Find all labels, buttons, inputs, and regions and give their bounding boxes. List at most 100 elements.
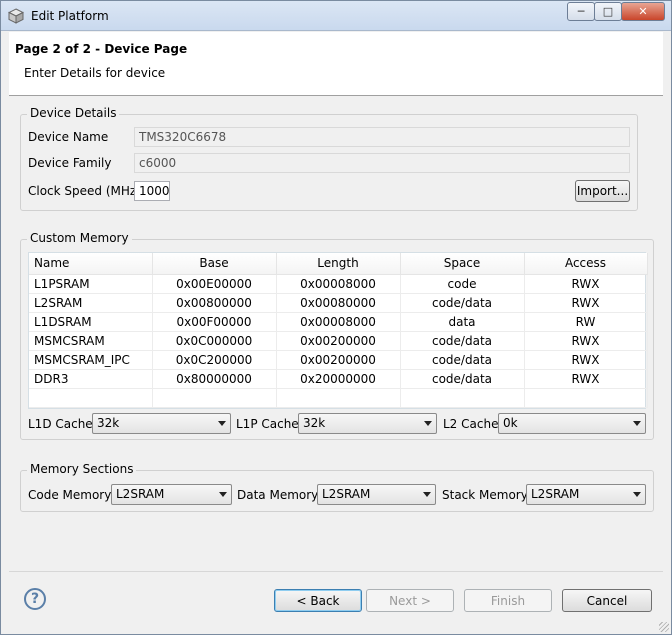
empty-cell [276, 388, 401, 408]
cell-space: code/data [400, 331, 525, 351]
resize-grip[interactable] [659, 622, 669, 632]
chevron-down-icon [633, 421, 641, 426]
clock-speed-label: Clock Speed (MHz) [28, 184, 141, 198]
cell-name: L1PSRAM [29, 274, 153, 294]
cell-access: RWX [524, 331, 648, 351]
l1p-cache-select[interactable]: 32k [298, 413, 437, 434]
device-name-field: TMS320C6678 [134, 127, 630, 147]
cell-base: 0x00800000 [152, 293, 277, 313]
l2-cache-select[interactable]: 0k [498, 413, 646, 434]
custom-memory-label: Custom Memory [27, 231, 132, 245]
table-row[interactable]: MSMCSRAM_IPC 0x0C200000 0x00200000 code/… [29, 350, 648, 370]
table-row-empty[interactable] [29, 388, 648, 408]
memory-sections-label: Memory Sections [27, 462, 137, 476]
clock-speed-input[interactable]: 1000 [134, 181, 170, 201]
stack-memory-value: L2SRAM [531, 487, 580, 501]
empty-cell [29, 388, 153, 408]
cell-access: RWX [524, 274, 648, 294]
cell-space: code [400, 274, 525, 294]
table-row[interactable]: DDR3 0x80000000 0x20000000 code/data RWX [29, 369, 648, 389]
cell-name: MSMCSRAM [29, 331, 153, 351]
cell-access: RWX [524, 293, 648, 313]
cell-name: MSMCSRAM_IPC [29, 350, 153, 370]
column-header-length[interactable]: Length [276, 253, 401, 275]
cell-length: 0x20000000 [276, 369, 401, 389]
cell-name: L2SRAM [29, 293, 153, 313]
edit-platform-dialog: Edit Platform ─ □ ✕ Page 2 of 2 - Device… [0, 0, 672, 635]
help-icon[interactable]: ? [24, 588, 46, 610]
empty-cell [400, 388, 525, 408]
import-button[interactable]: Import... [575, 180, 630, 202]
chevron-down-icon [633, 492, 641, 497]
data-memory-value: L2SRAM [322, 487, 371, 501]
device-family-field: c6000 [134, 153, 630, 173]
back-button[interactable]: < Back [274, 589, 362, 612]
code-memory-label: Code Memory: [28, 488, 115, 502]
table-row[interactable]: MSMCSRAM 0x0C000000 0x00200000 code/data… [29, 331, 648, 351]
cell-base: 0x0C000000 [152, 331, 277, 351]
cell-space: code/data [400, 293, 525, 313]
l2-cache-value: 0k [503, 416, 518, 430]
window-controls: ─ □ ✕ [567, 2, 665, 21]
cell-space: code/data [400, 350, 525, 370]
l1d-cache-select[interactable]: 32k [92, 413, 231, 434]
device-name-label: Device Name [28, 130, 109, 144]
l1d-cache-value: 32k [97, 416, 120, 430]
cell-name: DDR3 [29, 369, 153, 389]
column-header-name[interactable]: Name [29, 253, 153, 275]
chevron-down-icon [424, 421, 432, 426]
cell-space: data [400, 312, 525, 332]
device-family-label: Device Family [28, 156, 112, 170]
stack-memory-select[interactable]: L2SRAM [526, 484, 646, 505]
chevron-down-icon [219, 492, 227, 497]
table-row[interactable]: L2SRAM 0x00800000 0x00080000 code/data R… [29, 293, 648, 313]
code-memory-value: L2SRAM [116, 487, 165, 501]
cell-name: L1DSRAM [29, 312, 153, 332]
close-button[interactable]: ✕ [621, 2, 665, 21]
data-memory-select[interactable]: L2SRAM [317, 484, 436, 505]
cell-base: 0x0C200000 [152, 350, 277, 370]
column-header-base[interactable]: Base [152, 253, 277, 275]
empty-cell [524, 388, 648, 408]
device-details-label: Device Details [27, 106, 120, 120]
memory-table[interactable]: Name Base Length Space Access L1PSRAM 0x… [28, 252, 648, 409]
cell-access: RWX [524, 369, 648, 389]
column-header-access[interactable]: Access [524, 253, 648, 275]
chevron-down-icon [423, 492, 431, 497]
cell-base: 0x00E00000 [152, 274, 277, 294]
cell-base: 0x00F00000 [152, 312, 277, 332]
stack-memory-label: Stack Memory: [442, 488, 532, 502]
cell-base: 0x80000000 [152, 369, 277, 389]
l2-cache-label: L2 Cache: [443, 417, 503, 431]
cell-length: 0x00200000 [276, 350, 401, 370]
cell-access: RWX [524, 350, 648, 370]
table-header-row: Name Base Length Space Access [29, 253, 648, 275]
chevron-down-icon [218, 421, 226, 426]
wizard-header: Page 2 of 2 - Device Page Enter Details … [9, 32, 663, 96]
data-memory-label: Data Memory: [237, 488, 322, 502]
page-subtitle: Enter Details for device [24, 66, 166, 80]
next-button[interactable]: Next > [366, 589, 454, 612]
minimize-button[interactable]: ─ [567, 2, 595, 21]
cell-space: code/data [400, 369, 525, 389]
cell-access: RW [524, 312, 648, 332]
cell-length: 0x00080000 [276, 293, 401, 313]
l1p-cache-value: 32k [303, 416, 326, 430]
title-bar: Edit Platform ─ □ ✕ [1, 1, 671, 31]
footer-divider [9, 571, 663, 572]
platform-icon [8, 8, 24, 24]
table-row[interactable]: L1DSRAM 0x00F00000 0x00008000 data RW [29, 312, 648, 332]
cell-length: 0x00200000 [276, 331, 401, 351]
empty-cell [152, 388, 277, 408]
page-title: Page 2 of 2 - Device Page [15, 42, 188, 56]
cell-length: 0x00008000 [276, 312, 401, 332]
l1d-cache-label: L1D Cache: [28, 417, 97, 431]
maximize-button[interactable]: □ [594, 2, 622, 21]
table-row[interactable]: L1PSRAM 0x00E00000 0x00008000 code RWX [29, 274, 648, 294]
cancel-button[interactable]: Cancel [562, 589, 652, 612]
l1p-cache-label: L1P Cache: [236, 417, 303, 431]
finish-button[interactable]: Finish [464, 589, 552, 612]
column-header-space[interactable]: Space [400, 253, 525, 275]
cell-length: 0x00008000 [276, 274, 401, 294]
code-memory-select[interactable]: L2SRAM [111, 484, 232, 505]
